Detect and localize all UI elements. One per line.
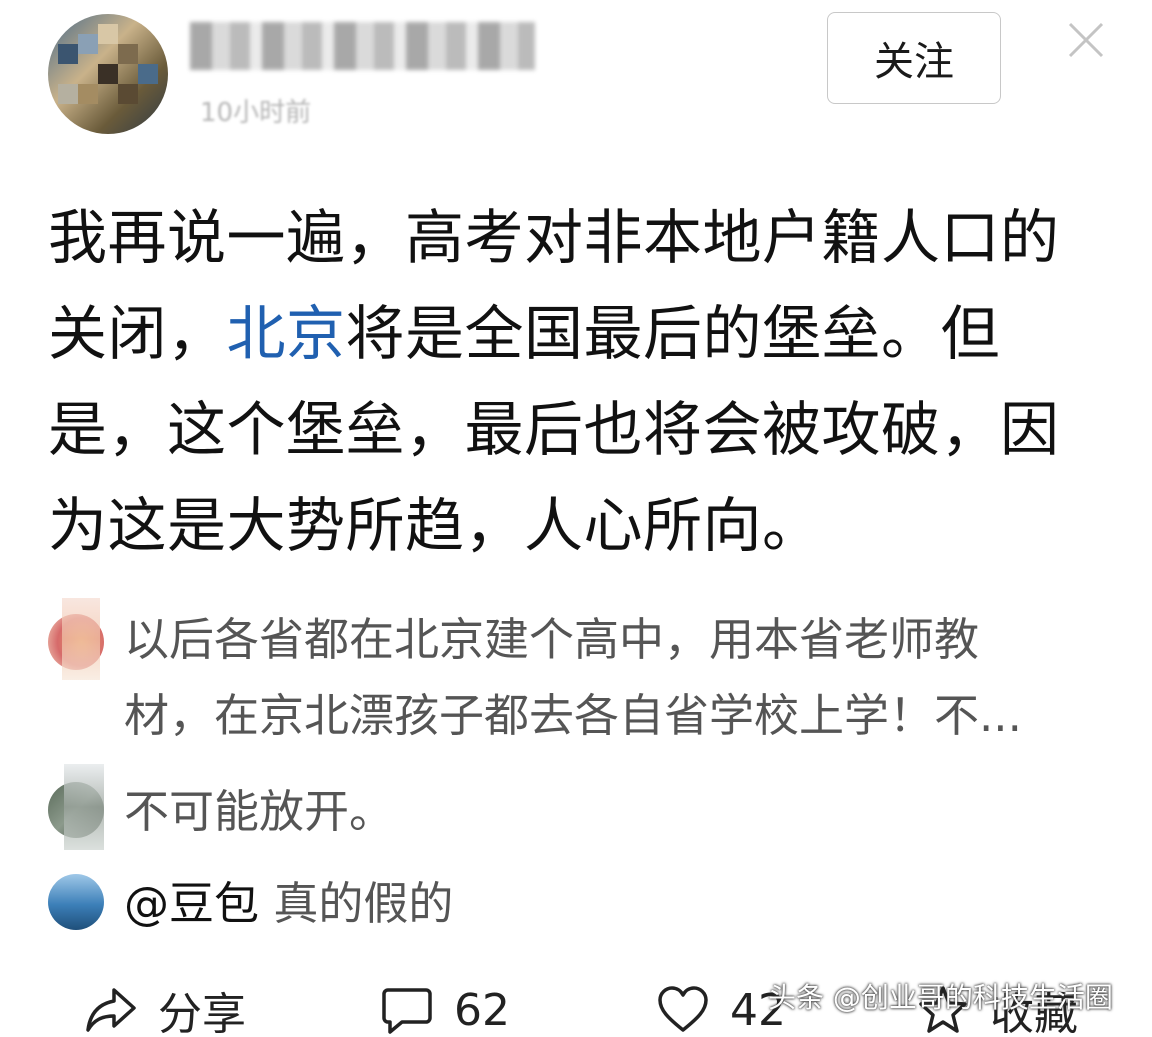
like-button[interactable]: 42 [656,980,786,1037]
post-line: 我再说一遍，高考对非本地户籍人口的 [48,203,1060,272]
post-body: 我再说一遍，高考对非本地户籍人口的 关闭，北京将是全国最后的堡垒。但 是，这个堡… [48,190,1108,574]
close-icon[interactable] [1066,20,1106,60]
comment-icon [382,988,432,1034]
comment-text: @豆包 真的假的 [124,866,453,942]
post-line: 关闭，北京将是全国最后的堡垒。但 [48,286,1108,382]
commenter-avatar[interactable] [48,874,104,930]
avatar-blur-overlay [64,764,104,850]
post-line: 为这是大势所趋，人心所向。 [48,491,822,560]
beijing-link[interactable]: 北京 [227,299,346,368]
author-name-redacted[interactable] [190,22,535,70]
post-time: 10小时前 [200,98,312,128]
comment-text: 材，在京北漂孩子都去各自省学校上学！不... [124,689,1022,742]
mention-link[interactable]: @豆包 [124,877,259,930]
author-avatar[interactable] [48,14,168,134]
share-button[interactable]: 分享 [84,980,246,1037]
watermark: 头条 @创业哥的科技生活圈 [768,981,1113,1014]
share-icon [86,988,136,1032]
post-line-text: 将是全国最后的堡垒。但 [345,299,1001,368]
heart-icon [658,986,708,1032]
comment-count: 62 [454,984,510,1036]
comment-text-body: 真的假的 [259,877,454,930]
post-line: 是，这个堡垒，最后也将会被攻破，因 [48,395,1060,464]
comment-text: 不可能放开。 [124,785,395,838]
share-label: 分享 [158,989,246,1037]
comment-text: 以后各省都在北京建个高中，用本省老师教 [124,613,980,666]
comment-button[interactable]: 62 [380,980,510,1037]
avatar-blur-overlay [62,598,100,680]
post-line-text: 关闭， [48,299,227,368]
follow-button[interactable]: 关注 [827,12,1001,104]
